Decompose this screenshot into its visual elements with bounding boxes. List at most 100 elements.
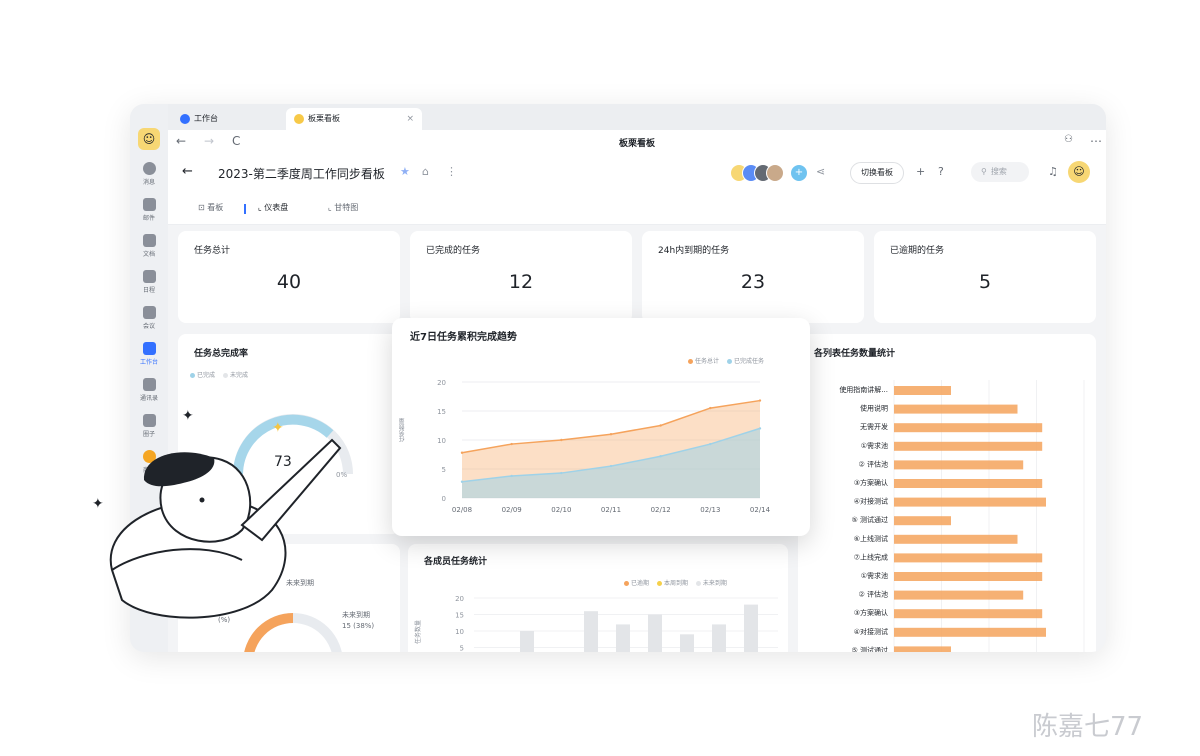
tab-kanban[interactable]: ⊡ 看板 — [198, 202, 223, 213]
rail-item-workbench[interactable]: 工作台 — [130, 342, 168, 366]
category-label: ③方案确认 — [854, 478, 888, 487]
more-icon[interactable]: ⋯ — [1090, 134, 1102, 148]
list-bar-chart: 使用指南讲解... 使用说明无需开发 ①需求池 ② 评估池 ③方案确认 ④对接测试 ⑤ 测试… — [839, 380, 1085, 652]
video-icon — [142, 306, 156, 319]
rail-item-messages[interactable]: 消息 — [130, 162, 168, 186]
back-icon[interactable]: ← — [182, 164, 193, 179]
y-tick-label: 0 — [442, 495, 446, 503]
x-tick-label: 02/11 — [601, 506, 621, 514]
bell-icon[interactable]: ♫ — [1048, 165, 1058, 178]
list-bar — [894, 423, 1043, 433]
list-bar — [894, 534, 1018, 544]
avatar[interactable] — [766, 164, 784, 182]
sparkle-icon: ✦ — [272, 420, 284, 436]
data-point — [659, 455, 662, 458]
rail-item-mail[interactable]: 邮件 — [130, 198, 168, 222]
more-vertical-icon[interactable]: ⋮ — [446, 165, 457, 178]
view-tabs: ⊡ 看板 ⌞ 仪表盘 ⌞ 甘特图 — [168, 192, 1106, 225]
list-bar — [894, 516, 951, 526]
category-label: ⑤ 测试通过 — [851, 645, 888, 652]
star-icon[interactable]: ★ — [400, 165, 410, 178]
list-bar — [894, 404, 1018, 414]
y-tick-label: 20 — [455, 595, 464, 603]
add-member-icon[interactable]: + — [790, 164, 808, 182]
data-point — [758, 399, 762, 402]
mail-icon — [142, 198, 156, 211]
lock-icon[interactable]: ⌂ — [422, 165, 429, 178]
x-tick-label: 02/10 — [551, 506, 571, 514]
data-point — [510, 442, 513, 446]
trend-chart: 0 5 10 15 20 02/08 02/09 02/10 02/11 02/12 02/13 02… — [437, 379, 771, 514]
rail-item-calendar[interactable]: 日程 — [130, 270, 168, 294]
category-label: 使用说明 — [860, 404, 888, 413]
close-icon[interactable]: × — [406, 108, 414, 130]
x-tick-label: 02/08 — [452, 506, 472, 514]
list-bar — [894, 479, 1043, 488]
category-label: ② 评估池 — [858, 459, 888, 468]
chat-icon — [142, 162, 156, 175]
list-bar — [894, 441, 1043, 451]
data-point — [460, 480, 464, 483]
stat-card-overdue: 已逾期的任务 5 — [874, 231, 1096, 323]
tab-bar: 工作台 板栗看板 × — [168, 104, 1106, 130]
stat-value: 5 — [978, 271, 992, 293]
data-point — [758, 427, 762, 430]
user-avatar[interactable]: ☺ — [1068, 161, 1090, 183]
stat-value: 40 — [276, 271, 302, 293]
y-tick-label: 20 — [437, 379, 446, 387]
data-point — [510, 474, 513, 478]
y-tick-label: 10 — [455, 628, 464, 636]
bar-future-due — [744, 604, 758, 652]
kanban-icon: ⊡ — [198, 203, 208, 212]
stat-card-completed: 已完成的任务 12 — [410, 231, 632, 323]
stat-value: 12 — [508, 271, 534, 293]
board-icon — [294, 114, 304, 124]
category-label: ④对接测试 — [854, 627, 888, 636]
x-tick-label: 02/09 — [502, 506, 522, 514]
bar-future-due — [520, 631, 534, 652]
stat-card-total: 任务总计 40 — [178, 231, 400, 323]
app-avatar[interactable]: ☺ — [138, 128, 160, 150]
help-icon[interactable]: ? — [938, 165, 944, 178]
list-bar — [894, 553, 1043, 563]
category-label: ⑦上线完成 — [854, 552, 888, 561]
x-tick-label: 02/12 — [651, 506, 671, 514]
y-tick-label: 5 — [442, 466, 446, 474]
list-bar — [894, 627, 1046, 637]
tab-dashboard[interactable]: ⌞ 仪表盘 — [258, 202, 288, 213]
completion-legend: 已完成 未完成 — [190, 370, 248, 379]
stat-label: 任务总计 — [194, 246, 231, 256]
category-label: ①需求池 — [861, 571, 888, 580]
rail-item-meeting[interactable]: 会议 — [130, 306, 168, 330]
category-label: 无需开发 — [860, 422, 888, 431]
tab-board[interactable]: 板栗看板 × — [286, 108, 422, 130]
rail-item-docs[interactable]: 文档 — [130, 234, 168, 258]
member-bar-card: 各成员任务统计 已逾期 本周到期 未来到期 5 10 15 20 任务数量 — [408, 544, 788, 652]
category-label: ⑥上线测试 — [854, 534, 888, 543]
data-point — [609, 433, 613, 436]
plus-icon[interactable]: + — [916, 165, 925, 178]
member-bar-chart: 5 10 15 20 任务数量 — [414, 595, 778, 653]
tab-workbench[interactable]: 工作台 — [172, 108, 290, 130]
tab-gantt[interactable]: ⌞ 甘特图 — [328, 202, 358, 213]
switch-board-button[interactable]: 切换看板 — [850, 162, 904, 184]
y-tick-label: 5 — [460, 645, 464, 653]
stat-card-due-24h: 24h内到期的任务 23 — [642, 231, 864, 323]
add-user-icon[interactable]: ⚇ — [1064, 134, 1073, 145]
category-label: ④对接测试 — [854, 497, 888, 506]
y-tick-label: 10 — [437, 437, 446, 445]
panel-title: 任务总完成率 — [194, 349, 249, 359]
bar-future-due — [680, 634, 694, 652]
stat-label: 已完成的任务 — [426, 246, 481, 256]
x-tick-label: 02/14 — [750, 506, 771, 514]
calendar-icon — [142, 270, 156, 283]
bar-future-due — [616, 624, 630, 652]
cartoon-illustration — [109, 438, 342, 619]
rail-item-contacts[interactable]: 通讯录 — [130, 378, 168, 402]
search-input[interactable]: ⚲ 搜索 — [971, 162, 1029, 182]
list-bar — [894, 497, 1046, 507]
nav-row: ← → C 板栗看板 ⚇ ⋯ — [168, 130, 1106, 155]
share-icon[interactable]: ⋖ — [816, 165, 825, 178]
sparkle-icon: ✦ — [182, 408, 194, 424]
stat-label: 24h内到期的任务 — [658, 246, 730, 256]
